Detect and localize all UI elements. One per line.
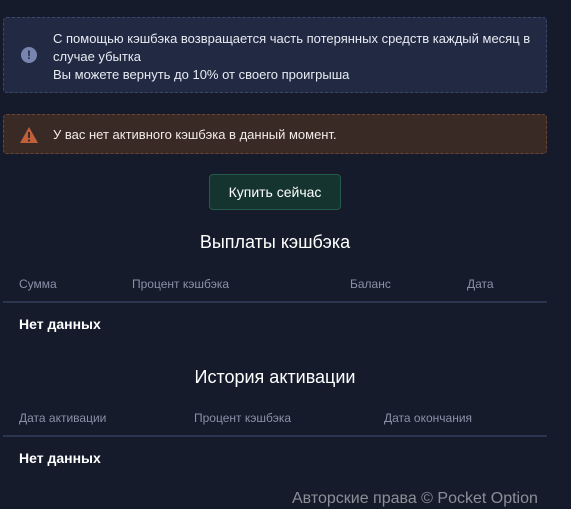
activation-divider	[3, 435, 547, 437]
payouts-col-percent: Процент кэшбэка	[132, 277, 230, 291]
payouts-empty-text: Нет данных	[19, 316, 101, 332]
warning-alert-text: У вас нет активного кэшбэка в данный мом…	[53, 127, 337, 142]
info-alert-line1: С помощью кэшбэка возвращается часть пот…	[53, 31, 531, 64]
payouts-divider	[3, 301, 547, 303]
warning-alert: У вас нет активного кэшбэка в данный мом…	[3, 114, 547, 154]
payouts-col-balance: Баланс	[350, 277, 391, 291]
activation-empty-text: Нет данных	[19, 450, 101, 466]
payouts-col-amount: Сумма	[19, 277, 57, 291]
info-alert-text: С помощью кэшбэка возвращается часть пот…	[53, 30, 533, 84]
info-icon: !	[21, 47, 37, 63]
activation-history-title: История активации	[194, 367, 356, 387]
info-alert: ! С помощью кэшбэка возвращается часть п…	[3, 17, 547, 93]
activation-col-start-date: Дата активации	[19, 411, 107, 425]
buy-now-button[interactable]: Купить сейчас	[209, 174, 341, 210]
activation-col-percent: Процент кэшбэка	[194, 411, 292, 425]
info-alert-line2: Вы можете вернуть до 10% от своего проиг…	[53, 67, 350, 82]
payouts-col-date: Дата	[467, 277, 494, 291]
copyright-text: Авторские права © Pocket Option	[292, 490, 538, 507]
activation-col-end-date: Дата окончания	[384, 411, 473, 425]
warning-icon	[19, 126, 39, 144]
cashback-page: ! С помощью кэшбэка возвращается часть п…	[0, 0, 571, 509]
payouts-title: Выплаты кэшбэка	[199, 232, 351, 252]
